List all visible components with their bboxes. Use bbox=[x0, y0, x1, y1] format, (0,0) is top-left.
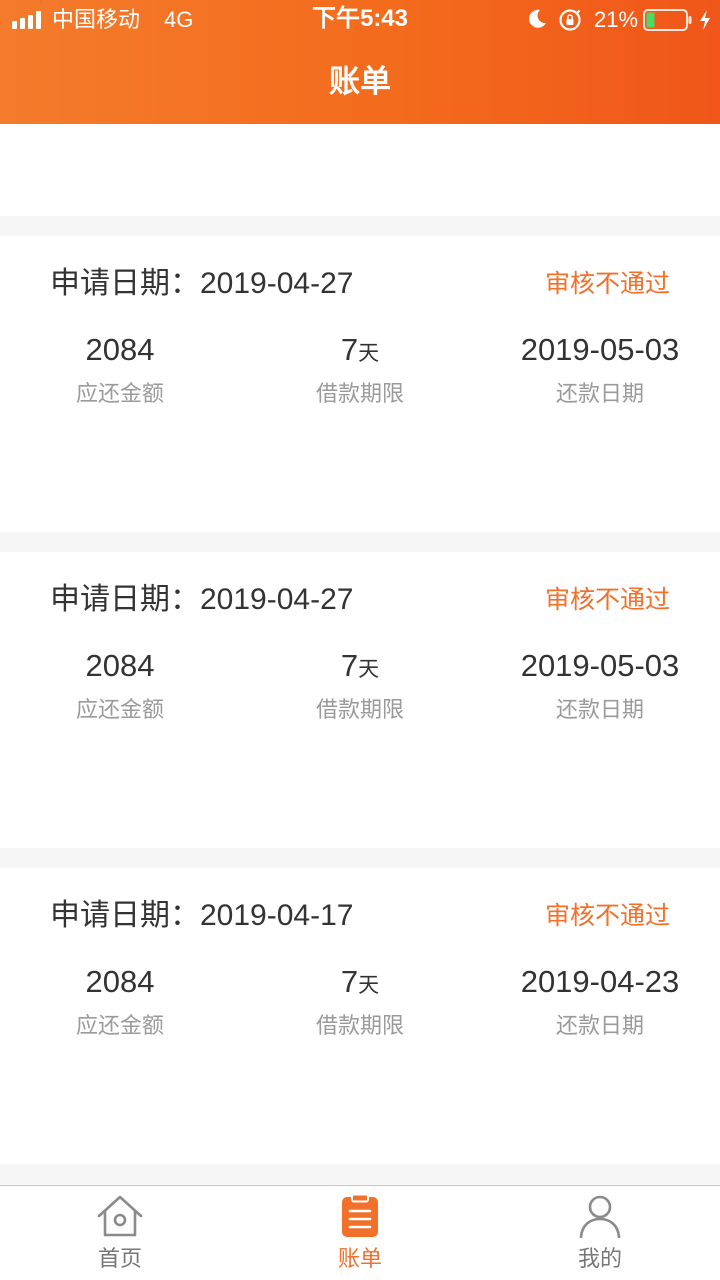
repay-date-label: 还款日期 bbox=[555, 1013, 644, 1038]
status-bar: 中国移动 4G 下午5:43 21% bbox=[0, 0, 720, 40]
repay-date-column: 2019-05-03 还款日期 bbox=[480, 330, 720, 409]
term-unit: 天 bbox=[358, 974, 380, 997]
orientation-lock-icon bbox=[559, 9, 581, 31]
apply-date-value: 2019-04-27 bbox=[200, 583, 354, 616]
apply-date-value: 2019-04-17 bbox=[200, 899, 354, 932]
amount-label: 应还金额 bbox=[75, 1013, 164, 1038]
repay-date-value: 2019-05-03 bbox=[520, 332, 680, 367]
amount-value: 2084 bbox=[85, 648, 155, 683]
repay-date-value: 2019-05-03 bbox=[520, 648, 680, 683]
repay-date-label: 还款日期 bbox=[555, 697, 644, 722]
status-badge: 审核不通过 bbox=[544, 902, 670, 930]
term-number: 7 bbox=[340, 648, 359, 683]
term-label: 借款期限 bbox=[315, 1013, 404, 1038]
amount-label: 应还金额 bbox=[75, 697, 164, 722]
amount-column: 2084 应还金额 bbox=[0, 962, 240, 1041]
amount-label: 应还金额 bbox=[75, 381, 164, 406]
blank-banner-area bbox=[0, 124, 720, 216]
home-icon bbox=[97, 1195, 143, 1237]
term-value: 7天 bbox=[240, 646, 480, 686]
bill-icon bbox=[342, 1194, 378, 1237]
term-value: 7天 bbox=[240, 330, 480, 370]
term-label: 借款期限 bbox=[315, 697, 404, 722]
term-number: 7 bbox=[340, 332, 359, 367]
term-value: 7天 bbox=[240, 962, 480, 1002]
apply-date-label: 申请日期： bbox=[50, 899, 200, 932]
term-column: 7天 借款期限 bbox=[240, 330, 480, 409]
app-root: 中国移动 4G 下午5:43 21% 账单 申请日期：2019-04-27 审核… bbox=[0, 0, 720, 1280]
moon-icon bbox=[529, 9, 546, 28]
tab-home-label: 首页 bbox=[97, 1246, 142, 1271]
header: 中国移动 4G 下午5:43 21% 账单 bbox=[0, 0, 720, 124]
term-unit: 天 bbox=[358, 658, 380, 681]
tab-mine-label: 我的 bbox=[577, 1246, 622, 1271]
amount-value: 2084 bbox=[85, 964, 155, 999]
term-label: 借款期限 bbox=[315, 381, 404, 406]
amount-column: 2084 应还金额 bbox=[0, 330, 240, 409]
apply-date-label: 申请日期： bbox=[50, 267, 200, 300]
apply-date-row: 申请日期：2019-04-17 bbox=[50, 896, 353, 936]
user-icon bbox=[579, 1195, 621, 1238]
tab-mine[interactable]: 我的 bbox=[480, 1186, 720, 1280]
term-unit: 天 bbox=[358, 342, 380, 365]
charging-bolt-icon bbox=[700, 10, 710, 30]
apply-date-row: 申请日期：2019-04-27 bbox=[50, 580, 353, 620]
status-badge: 审核不通过 bbox=[544, 270, 670, 298]
apply-date-value: 2019-04-27 bbox=[200, 267, 354, 300]
amount-value: 2084 bbox=[85, 332, 155, 367]
tab-bar: 首页 账单 我的 bbox=[0, 1185, 720, 1280]
repay-date-column: 2019-04-23 还款日期 bbox=[480, 962, 720, 1041]
bill-card[interactable]: 申请日期：2019-04-27 审核不通过 2084 应还金额 7天 借款期限 … bbox=[0, 236, 720, 532]
tab-bill-label: 账单 bbox=[337, 1246, 382, 1271]
amount-column: 2084 应还金额 bbox=[0, 646, 240, 725]
bill-card[interactable]: 申请日期：2019-04-17 审核不通过 2084 应还金额 7天 借款期限 … bbox=[0, 868, 720, 1164]
bill-list: 申请日期：2019-04-27 审核不通过 2084 应还金额 7天 借款期限 … bbox=[0, 236, 720, 1184]
page-title: 账单 bbox=[329, 64, 391, 99]
term-column: 7天 借款期限 bbox=[240, 646, 480, 725]
repay-date-column: 2019-05-03 还款日期 bbox=[480, 646, 720, 725]
term-number: 7 bbox=[340, 964, 359, 999]
term-column: 7天 借款期限 bbox=[240, 962, 480, 1041]
apply-date-label: 申请日期： bbox=[50, 583, 200, 616]
battery-icon bbox=[643, 9, 692, 31]
tab-home[interactable]: 首页 bbox=[0, 1186, 240, 1280]
bill-card[interactable]: 申请日期：2019-04-27 审核不通过 2084 应还金额 7天 借款期限 … bbox=[0, 552, 720, 848]
battery-percent: 21% bbox=[594, 7, 639, 32]
tab-bill[interactable]: 账单 bbox=[240, 1186, 480, 1280]
apply-date-row: 申请日期：2019-04-27 bbox=[50, 264, 353, 304]
repay-date-value: 2019-04-23 bbox=[520, 964, 680, 999]
repay-date-label: 还款日期 bbox=[555, 381, 644, 406]
status-badge: 审核不通过 bbox=[544, 586, 670, 614]
